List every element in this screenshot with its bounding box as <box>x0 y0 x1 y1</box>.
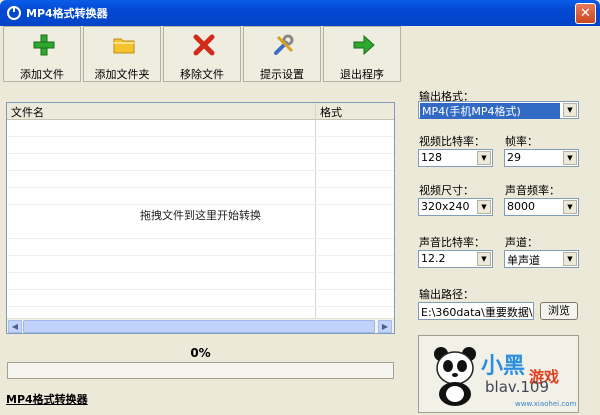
row-line <box>7 255 394 256</box>
footer-link[interactable]: MP4格式转换器 <box>6 391 88 407</box>
video-bitrate-select[interactable]: 128 ▼ <box>418 149 493 167</box>
channel-value: 单声道 <box>507 254 540 267</box>
add-file-label: 添加文件 <box>20 68 64 81</box>
app-window: MP4格式转换器 ✕ 添加文件 添加文件夹 移除文件 提示设置 退出程序 文件名… <box>0 0 600 415</box>
video-size-select[interactable]: 320x240 ▼ <box>418 198 493 216</box>
browse-button[interactable]: 浏览 <box>540 302 578 320</box>
title-bar: MP4格式转换器 ✕ <box>0 0 600 26</box>
tools-icon <box>274 34 294 55</box>
audio-bitrate-select[interactable]: 12.2 ▼ <box>418 250 493 268</box>
add-folder-button[interactable]: 添加文件夹 <box>83 26 161 82</box>
column-format[interactable]: 格式 <box>320 104 342 120</box>
output-format-select[interactable]: MP4(手机MP4格式) ▼ <box>418 101 579 119</box>
chevron-down-icon[interactable]: ▼ <box>477 200 491 214</box>
audio-bitrate-label: 声音比特率： <box>419 236 485 249</box>
panda-watermark-icon <box>434 347 476 406</box>
watermark-site: www.xiaohei.com <box>515 400 577 408</box>
add-folder-label: 添加文件夹 <box>94 68 150 81</box>
row-line <box>7 153 394 154</box>
tips-settings-label: 提示设置 <box>260 68 304 81</box>
window-title: MP4格式转换器 <box>26 7 108 20</box>
video-bitrate-label: 视频比特率： <box>419 135 485 148</box>
exit-button[interactable]: 退出程序 <box>323 26 401 82</box>
output-path-field[interactable]: E:\360data\重要数据\桌 <box>418 302 534 320</box>
video-size-value: 320x240 <box>421 200 470 213</box>
framerate-value: 29 <box>507 151 521 164</box>
toolbar: 添加文件 添加文件夹 移除文件 提示设置 退出程序 <box>3 26 403 82</box>
list-header: 文件名 格式 <box>7 103 394 120</box>
close-button[interactable]: ✕ <box>575 3 596 24</box>
row-line <box>7 306 394 307</box>
row-line <box>7 204 394 205</box>
scroll-right-icon[interactable]: ▶ <box>378 320 392 333</box>
audio-rate-select[interactable]: 8000 ▼ <box>504 198 579 216</box>
watermark-text: blav.109 <box>485 378 549 396</box>
scroll-thumb[interactable] <box>23 320 375 333</box>
row-line <box>7 170 394 171</box>
chevron-down-icon[interactable]: ▼ <box>477 151 491 165</box>
folder-icon <box>113 38 135 54</box>
output-path-value: E:\360data\重要数据\桌 <box>421 306 534 319</box>
progress-bar <box>7 362 394 379</box>
row-line <box>7 238 394 239</box>
app-icon <box>7 6 21 20</box>
video-size-label: 视频尺寸： <box>419 184 474 197</box>
file-list[interactable]: 文件名 格式 拖拽文件到这里开始转换 ◀ ▶ <box>6 102 395 334</box>
convert-button[interactable]: 小黑 游戏 blav.109 www.xiaohei.com <box>418 335 579 413</box>
progress-text: 0% <box>190 346 211 360</box>
remove-file-button[interactable]: 移除文件 <box>163 26 241 82</box>
chevron-down-icon[interactable]: ▼ <box>563 103 577 117</box>
row-line <box>7 272 394 273</box>
add-file-button[interactable]: 添加文件 <box>3 26 81 82</box>
channel-label: 声道： <box>505 236 538 249</box>
red-x-icon <box>193 34 215 56</box>
green-arrow-icon <box>353 34 375 56</box>
framerate-select[interactable]: 29 ▼ <box>504 149 579 167</box>
chevron-down-icon[interactable]: ▼ <box>563 200 577 214</box>
tips-settings-button[interactable]: 提示设置 <box>243 26 321 82</box>
audio-rate-value: 8000 <box>507 200 535 213</box>
watermark-logo: 小黑 <box>481 354 526 379</box>
audio-bitrate-value: 12.2 <box>421 252 446 265</box>
audio-rate-label: 声音频率： <box>505 184 560 197</box>
scroll-left-icon[interactable]: ◀ <box>8 320 22 333</box>
green-plus-icon <box>33 34 55 56</box>
drop-hint: 拖拽文件到这里开始转换 <box>140 209 261 222</box>
output-format-value: MP4(手机MP4格式) <box>420 103 560 119</box>
column-filename[interactable]: 文件名 <box>11 104 44 120</box>
chevron-down-icon[interactable]: ▼ <box>563 151 577 165</box>
chevron-down-icon[interactable]: ▼ <box>563 252 577 266</box>
framerate-label: 帧率： <box>505 135 538 148</box>
video-bitrate-value: 128 <box>421 151 442 164</box>
remove-file-label: 移除文件 <box>180 68 224 81</box>
row-line <box>7 136 394 137</box>
channel-select[interactable]: 单声道 ▼ <box>504 250 579 268</box>
chevron-down-icon[interactable]: ▼ <box>477 252 491 266</box>
row-line <box>7 187 394 188</box>
row-line <box>7 289 394 290</box>
horizontal-scrollbar[interactable]: ◀ ▶ <box>7 318 394 333</box>
output-path-label: 输出路径： <box>419 288 474 301</box>
exit-label: 退出程序 <box>340 68 384 81</box>
